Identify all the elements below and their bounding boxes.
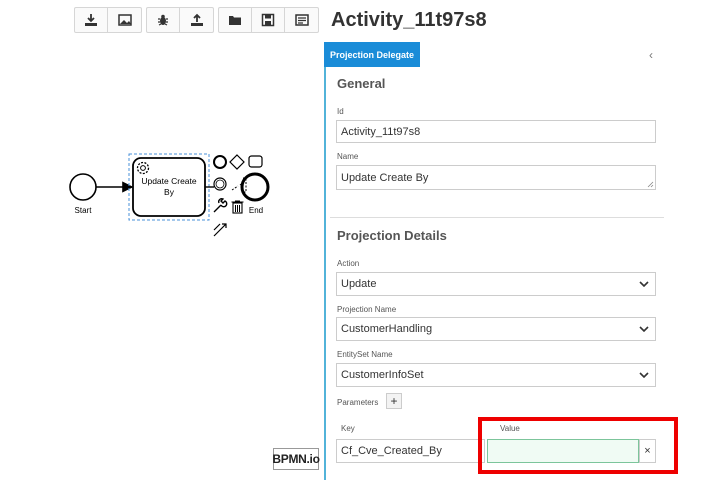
properties-panel: Activity_11t97s8 Projection Delegate ‹ G…: [322, 0, 708, 480]
action-select[interactable]: Update: [336, 272, 656, 296]
debug-button[interactable]: [147, 8, 180, 32]
connect-icon[interactable]: [213, 223, 227, 237]
toolbar-group-tools: [146, 7, 214, 33]
add-parameter-button[interactable]: +: [386, 393, 402, 409]
chevron-down-icon: [639, 281, 649, 287]
image-icon: [117, 14, 132, 26]
upload-icon: [190, 13, 203, 26]
end-event-label: End: [249, 206, 263, 215]
download-button[interactable]: [75, 8, 108, 32]
entityset-value: CustomerInfoSet: [341, 369, 424, 381]
append-end-event-icon[interactable]: [213, 155, 227, 169]
window-icon: [294, 14, 309, 26]
open-button[interactable]: [219, 8, 252, 32]
projection-name-value: CustomerHandling: [341, 323, 433, 335]
action-label: Action: [337, 259, 360, 268]
chevron-down-icon: [639, 372, 649, 378]
task-label-line1: Update Create: [141, 176, 197, 186]
parameter-key-input[interactable]: Cf_Cve_Created_By: [336, 439, 485, 463]
projection-details-title: Projection Details: [337, 228, 447, 243]
append-task-icon[interactable]: [248, 155, 263, 168]
group-separator: [330, 217, 664, 218]
key-column-header: Key: [341, 424, 355, 433]
entityset-select[interactable]: CustomerInfoSet: [336, 363, 656, 387]
toolbar-group-export: [74, 7, 142, 33]
resize-grip-icon[interactable]: [647, 181, 654, 188]
export-image-button[interactable]: [108, 8, 141, 32]
bpmn-io-logo[interactable]: BPMN.io: [272, 448, 320, 470]
start-event-label: Start: [75, 206, 93, 215]
parameters-label: Parameters: [337, 398, 379, 407]
projection-name-label: Projection Name: [337, 305, 397, 314]
download-icon: [85, 14, 97, 26]
projection-name-select[interactable]: CustomerHandling: [336, 317, 656, 341]
entityset-label: EntitySet Name: [337, 350, 393, 359]
panel-divider: [324, 43, 326, 480]
bug-icon: [158, 14, 168, 26]
task-label-line2: By: [164, 187, 175, 197]
append-intermediate-event-icon[interactable]: [213, 177, 227, 191]
id-label: Id: [337, 107, 344, 116]
name-value: Update Create By: [341, 172, 429, 184]
general-group-title: General: [337, 76, 386, 91]
highlight-box: [478, 417, 678, 474]
id-field[interactable]: Activity_11t97s8: [336, 120, 656, 143]
save-button[interactable]: [252, 8, 285, 32]
panel-title: Activity_11t97s8: [331, 9, 487, 31]
upload-button[interactable]: [180, 8, 213, 32]
action-value: Update: [341, 278, 377, 290]
chevron-down-icon: [639, 326, 649, 332]
toolbar-group-file: [218, 7, 319, 33]
save-icon: [261, 13, 275, 27]
wrench-icon[interactable]: [213, 198, 228, 213]
layout-button[interactable]: [285, 8, 318, 32]
collapse-panel-icon[interactable]: ‹: [649, 48, 653, 62]
diagram-canvas[interactable]: Start Update Create By End: [0, 40, 322, 480]
name-field[interactable]: Update Create By: [336, 165, 656, 190]
folder-icon: [229, 16, 241, 25]
trash-icon[interactable]: [231, 200, 244, 214]
name-label: Name: [337, 152, 359, 161]
append-gateway-icon[interactable]: [229, 154, 245, 170]
tab-projection-delegate[interactable]: Projection Delegate: [324, 42, 421, 67]
start-event[interactable]: [69, 173, 97, 201]
